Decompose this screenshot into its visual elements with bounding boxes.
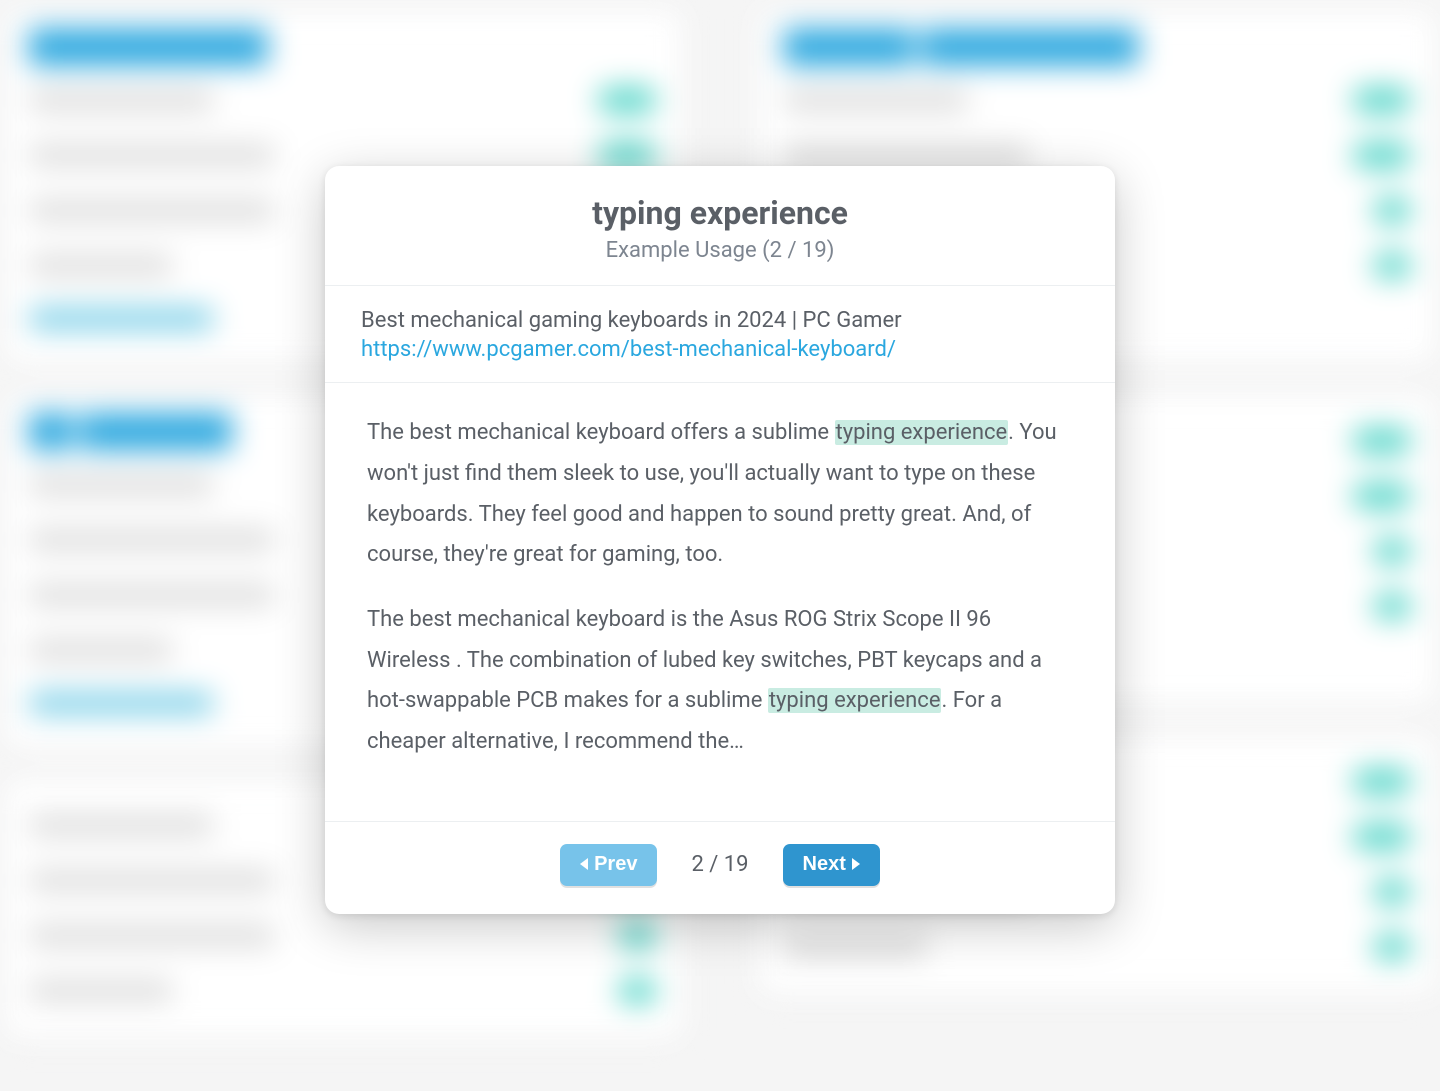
modal-title: typing experience <box>349 194 1091 232</box>
highlight-term: typing experience <box>768 688 942 713</box>
example-paragraph-1: The best mechanical keyboard offers a su… <box>367 413 1075 576</box>
modal-subtitle: Example Usage (2 / 19) <box>349 238 1091 263</box>
example-paragraph-2: The best mechanical keyboard is the Asus… <box>367 600 1075 763</box>
text: The best mechanical keyboard offers a su… <box>367 420 835 445</box>
chevron-left-icon <box>580 858 588 870</box>
next-button[interactable]: Next <box>783 844 880 886</box>
highlight-term: typing experience <box>835 420 1009 445</box>
source-block: Best mechanical gaming keyboards in 2024… <box>325 286 1115 383</box>
modal-footer: Prev 2 / 19 Next <box>325 821 1115 914</box>
prev-button[interactable]: Prev <box>560 844 657 886</box>
next-button-label: Next <box>803 853 846 876</box>
source-title: Best mechanical gaming keyboards in 2024… <box>361 308 1079 333</box>
modal-header: typing experience Example Usage (2 / 19) <box>325 166 1115 286</box>
chevron-right-icon <box>852 858 860 870</box>
prev-button-label: Prev <box>594 853 637 876</box>
page-indicator: 2 / 19 <box>691 852 748 877</box>
example-usage-modal: typing experience Example Usage (2 / 19)… <box>325 166 1115 914</box>
source-url-link[interactable]: https://www.pcgamer.com/best-mechanical-… <box>361 337 896 362</box>
example-body: The best mechanical keyboard offers a su… <box>325 383 1115 821</box>
modal-overlay: typing experience Example Usage (2 / 19)… <box>0 0 1440 1080</box>
